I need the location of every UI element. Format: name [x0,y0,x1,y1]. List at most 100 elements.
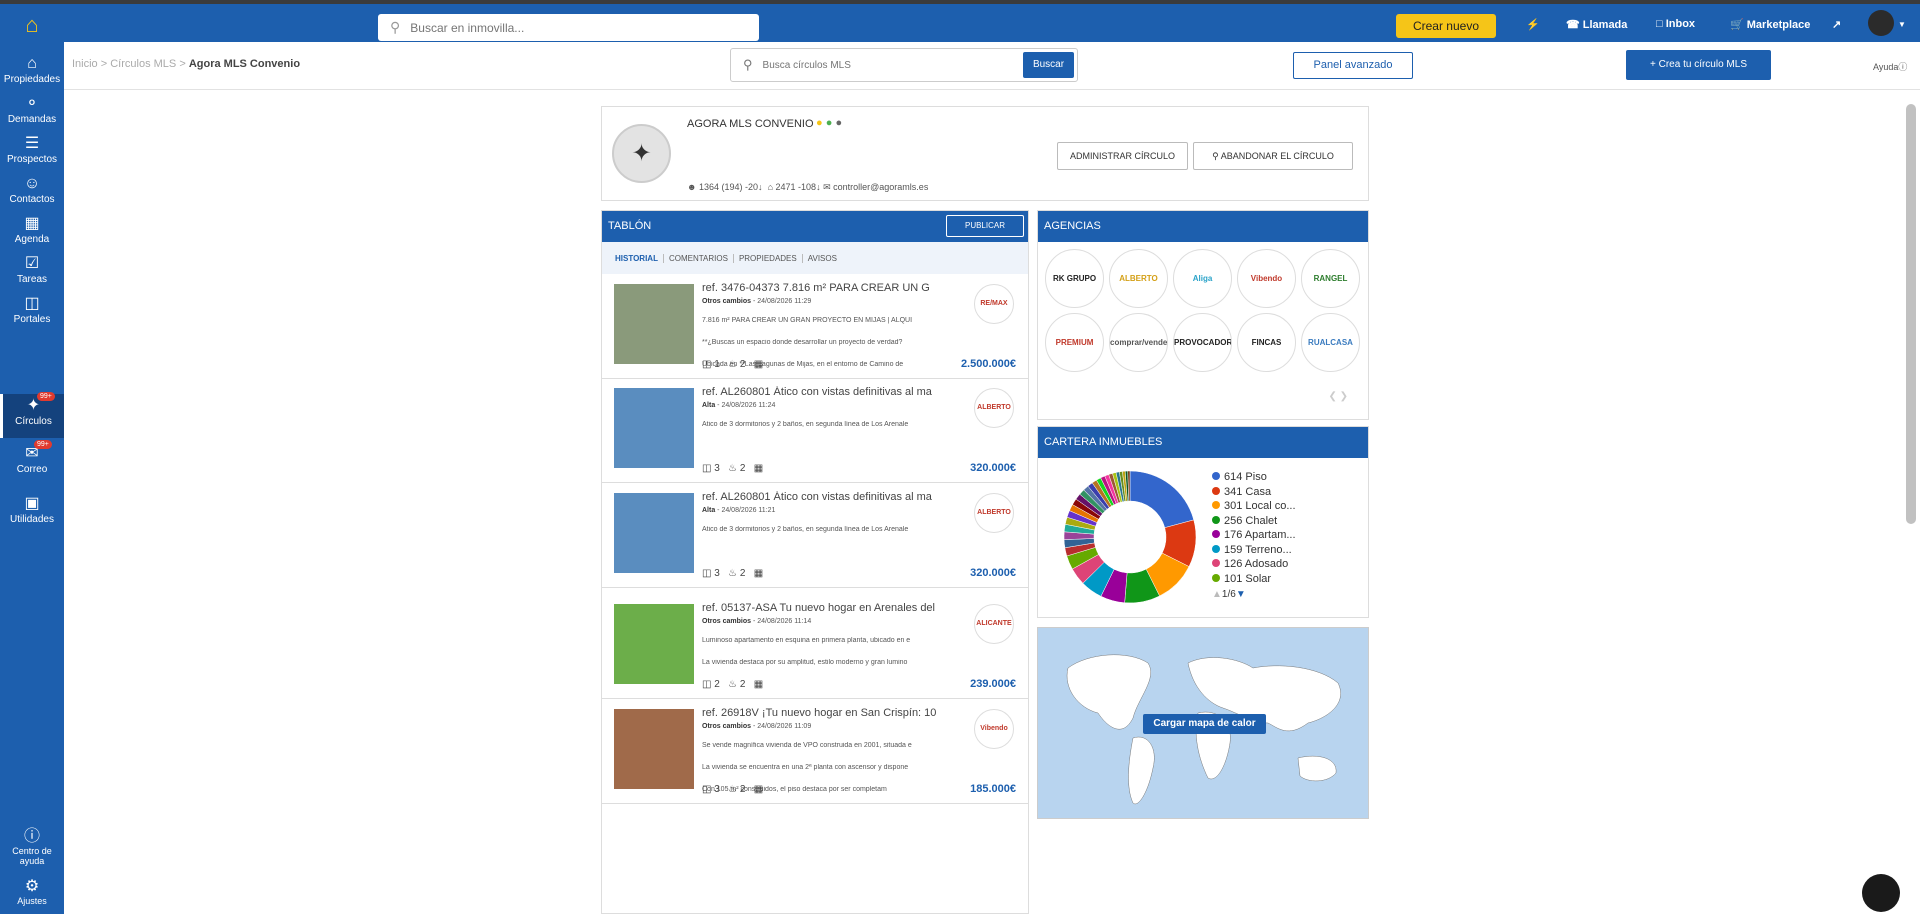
sidebar-item-agenda[interactable]: ▦ Agenda [0,212,64,256]
expand-icon[interactable]: ↗ [1832,18,1841,31]
agency-logo[interactable]: FINCAS DUEÑAS [1237,313,1296,372]
green-shield-icon: ● [825,117,833,129]
circle-email[interactable]: controller@agoramls.es [833,182,928,192]
post-title[interactable]: ref. AL260801 Ático con vistas definitiv… [702,386,937,398]
help-link[interactable]: Ayudaⓘ [1873,60,1907,73]
legend-label: 256 Chalet [1224,514,1278,527]
agency-logo[interactable]: PROVOCADOR [1173,313,1232,372]
post-title[interactable]: ref. 26918V ¡Tu nuevo hogar en San Crisp… [702,707,937,719]
legend-swatch [1212,530,1220,538]
post-item[interactable]: ref. AL260801 Ático con vistas definitiv… [602,378,1028,483]
tab-historial[interactable]: HISTORIAL [610,253,664,263]
scrollbar[interactable] [1906,104,1916,524]
portfolio-header: CARTERA INMUEBLES [1038,427,1368,458]
search-button[interactable]: Buscar [1023,52,1074,78]
agency-logo[interactable]: RK GRUPO RECOES [1045,249,1104,308]
donut-slice[interactable] [1129,470,1195,528]
bolt-icon[interactable]: ⚡ [1526,18,1540,31]
create-circle-button[interactable]: + Crea tu círculo MLS [1626,50,1771,80]
gear-icon: ⚙ [24,878,40,895]
sidebar-item-portales[interactable]: ◫ Portales [0,292,64,336]
post-type: Alta [702,402,716,409]
user-avatar[interactable] [1868,10,1894,36]
agency-logo[interactable]: ALICANTE [974,604,1014,644]
post-item[interactable]: ref. 05137-ASA Tu nuevo hogar en Arenale… [602,594,1028,699]
post-price: 239.000€ [970,678,1016,690]
post-title[interactable]: ref. AL260801 Ático con vistas definitiv… [702,491,937,503]
agency-logo[interactable]: ALBERTO LÓPEZ [1109,249,1168,308]
admin-circle-button[interactable]: ADMINISTRAR CÍRCULO [1057,142,1188,170]
tab-propiedades[interactable]: PROPIEDADES [734,253,803,263]
post-item[interactable]: ref. 26918V ¡Tu nuevo hogar en San Crisp… [602,699,1028,804]
bed-icon: ◫ [702,568,712,579]
tab-avisos[interactable]: AVISOS [803,254,842,263]
agency-logo[interactable]: RE/MAX [974,284,1014,324]
sidebar-item-circulos[interactable]: ✦ Círculos 99+ [0,392,64,438]
agency-logo[interactable]: Aliga [1173,249,1232,308]
agencies-panel: AGENCIAS RK GRUPO RECOESALBERTO LÓPEZAli… [1037,210,1369,420]
legend-item: 614 Piso [1212,471,1296,486]
bath-icon: ♨ [728,679,738,690]
load-heatmap-button[interactable]: Cargar mapa de calor [1143,714,1266,734]
breadcrumb-home[interactable]: Inicio [72,58,98,70]
post-title[interactable]: ref. 05137-ASA Tu nuevo hogar en Arenale… [702,602,937,614]
bed-icon: ◫ [702,359,712,370]
mail-icon: ✉ [823,182,831,192]
post-price: 2.500.000€ [960,358,1016,370]
sidebar-item-correo[interactable]: ✉ Correo 99+ [0,440,64,486]
prev-triangle-icon[interactable]: ▲ [1212,589,1222,600]
agency-logo[interactable]: PREMIUM [1045,313,1104,372]
leave-circle-button[interactable]: ⚲ ABANDONAR EL CÍRCULO [1193,142,1353,170]
global-search[interactable]: ⚲ [378,14,759,41]
breadcrumb-current: Agora MLS Convenio [188,58,301,70]
sidebar-item-utilidades[interactable]: ▣ Utilidades [0,492,64,536]
sidebar-item-tareas[interactable]: ☑ Tareas [0,252,64,296]
agency-logo[interactable]: ALBERTO [974,493,1014,533]
circle-search-input[interactable] [762,59,1008,71]
next-arrow-icon[interactable]: ❯ [1340,391,1348,402]
property-thumbnail[interactable] [614,709,694,789]
chart-legend: 614 Piso 341 Casa 301 Local co... 256 Chale… [1212,471,1296,604]
post-title[interactable]: ref. 3476-04373 7.816 m² PARA CREAR UN G [702,282,937,294]
prev-arrow-icon[interactable]: ❮ [1328,391,1336,402]
sidebar-item-propiedades[interactable]: ⌂ Propiedades [0,52,64,96]
agency-logo[interactable]: Vibendo [1237,249,1296,308]
advanced-panel-button[interactable]: Panel avanzado [1293,52,1413,79]
sidebar-item-contactos[interactable]: ☺ Contactos [0,172,64,216]
create-new-button[interactable]: Crear nuevo [1396,14,1496,38]
home-logo-icon[interactable]: ⌂ [14,12,50,40]
legend-label: 101 Solar [1224,572,1272,585]
sidebar-item-prospectos[interactable]: ☰ Prospectos [0,132,64,176]
circle-search[interactable]: ⚲ Buscar [730,48,1078,82]
agency-logo[interactable]: RANGEL [1301,249,1360,308]
post-item[interactable]: ref. 3476-04373 7.816 m² PARA CREAR UN G… [602,274,1028,379]
property-thumbnail[interactable] [614,388,694,468]
legend-pager[interactable]: ▲1/6▼ [1212,589,1296,604]
property-thumbnail[interactable] [614,284,694,364]
agency-logo[interactable]: comprar/vender [1109,313,1168,372]
bed-count: 2 [714,679,720,690]
call-button[interactable]: ☎ Llamada [1566,18,1627,31]
sidebar-item-demandas[interactable]: ⚬ Demandas [0,92,64,136]
publish-button[interactable]: PUBLICAR [946,215,1024,237]
demand-icon: ⚬ [25,95,39,112]
bed-count: 3 [714,784,720,795]
help-center-link[interactable]: ⓘ Centro de ayuda ⚙ Ajustes [0,822,64,906]
marketplace-button[interactable]: 🛒 Marketplace [1730,18,1810,31]
chat-fab-button[interactable] [1862,874,1900,912]
breadcrumb-circles[interactable]: Círculos MLS [110,58,176,70]
next-triangle-icon[interactable]: ▼ [1236,589,1246,600]
settings-label: Ajustes [17,896,47,906]
property-thumbnail[interactable] [614,604,694,684]
post-item[interactable]: ref. AL260801 Ático con vistas definitiv… [602,483,1028,588]
global-search-input[interactable] [410,20,731,35]
inbox-button[interactable]: □ Inbox [1656,18,1695,30]
agency-logo[interactable]: Vibendo [974,709,1014,749]
agency-logo[interactable]: RUALCASA [1301,313,1360,372]
agency-logo[interactable]: ALBERTO [974,388,1014,428]
inbox-label: Inbox [1665,18,1696,30]
property-thumbnail[interactable] [614,493,694,573]
chevron-down-icon[interactable]: ▼ [1898,20,1906,29]
post-meta: Otros cambios - 24/08/2026 11:29 [702,298,811,305]
tab-comentarios[interactable]: COMENTARIOS [664,253,734,263]
